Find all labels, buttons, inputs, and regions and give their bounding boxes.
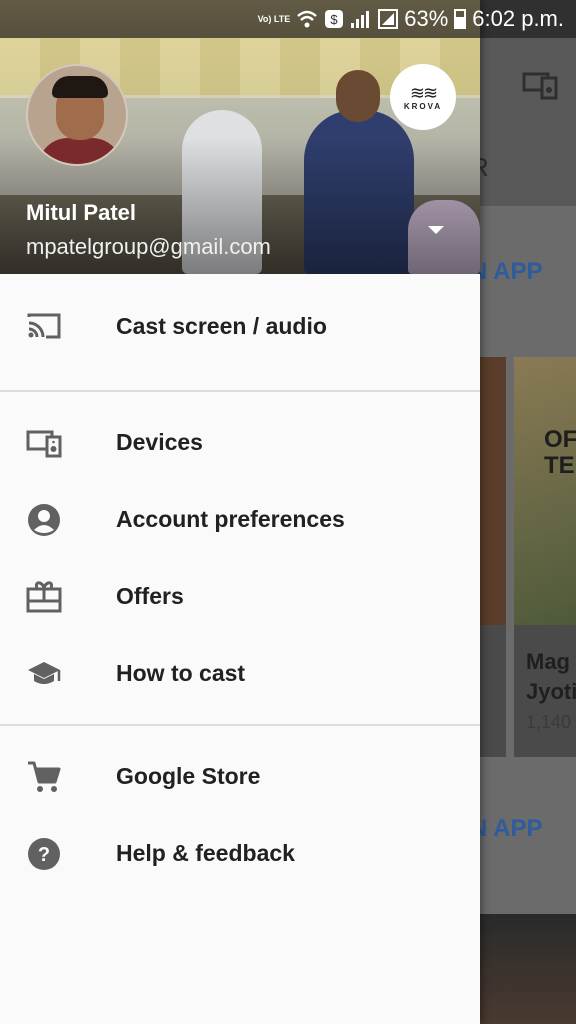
- background-install-link[interactable]: N APP: [470, 258, 542, 286]
- cart-icon: [26, 759, 62, 795]
- card-count: 1,140: [526, 712, 572, 732]
- signal-icon: [351, 11, 370, 28]
- menu-item-devices[interactable]: Devices: [0, 404, 480, 481]
- drawer-menu: Cast screen / audio Devices Account pref…: [0, 274, 480, 892]
- avatar[interactable]: [26, 64, 128, 166]
- data-saver-icon: $: [325, 10, 344, 28]
- menu-item-google-store[interactable]: Google Store: [0, 738, 480, 815]
- card-overlay-text: OF TE: [544, 426, 576, 479]
- help-icon: ?: [26, 836, 62, 872]
- account-dropdown-icon[interactable]: [424, 222, 448, 238]
- menu-item-help-feedback[interactable]: ? Help & feedback: [0, 815, 480, 892]
- brand-wings-icon: ≋≋: [409, 82, 438, 103]
- background-card[interactable]: [480, 357, 506, 757]
- divider: [0, 390, 480, 392]
- card-image: [514, 357, 576, 625]
- menu-item-account-preferences[interactable]: Account preferences: [0, 481, 480, 558]
- menu-item-label: Account preferences: [116, 506, 345, 532]
- avatar-detail: [38, 138, 122, 164]
- brand-name: KROVA: [403, 101, 443, 111]
- signal-icon: [378, 9, 399, 29]
- svg-text:?: ?: [38, 844, 50, 866]
- menu-item-label: Offers: [116, 583, 184, 609]
- account-name: Mitul Patel: [26, 200, 137, 225]
- navigation-drawer: ≋≋ KROVA Mitul Patel mpatelgroup@gmail.c…: [0, 0, 480, 1024]
- clock: 6:02 p.m.: [472, 6, 564, 31]
- divider: [0, 724, 480, 726]
- account-circle-icon: [26, 502, 62, 538]
- menu-item-label: How to cast: [116, 660, 246, 686]
- menu-item-label: Cast screen / audio: [116, 312, 327, 339]
- avatar-detail: [52, 76, 108, 98]
- background-image: [480, 914, 576, 1024]
- menu-item-how-to-cast[interactable]: How to cast: [0, 635, 480, 712]
- account-email: mpatelgroup@gmail.com: [26, 234, 271, 259]
- secondary-account-avatar[interactable]: ≋≋ KROVA: [390, 64, 456, 130]
- battery-percent: 63%: [404, 6, 449, 31]
- menu-item-offers[interactable]: Offers: [0, 558, 480, 635]
- devices-icon: [26, 425, 62, 461]
- cast-icon: [26, 308, 62, 344]
- menu-item-label: Google Store: [116, 763, 261, 789]
- school-icon: [26, 656, 62, 692]
- menu-item-label: Devices: [116, 429, 203, 455]
- background-toolbar: [480, 38, 576, 206]
- battery-icon: [454, 9, 467, 29]
- volte-indicator: Vo) LTE: [257, 14, 291, 24]
- background-install-link[interactable]: N APP: [470, 815, 542, 843]
- offers-icon: [26, 579, 62, 615]
- card-title: Mag Jyoti: [526, 649, 576, 704]
- wifi-icon: [297, 10, 318, 28]
- menu-item-label: Help & feedback: [116, 840, 295, 866]
- devices-icon[interactable]: [522, 70, 558, 100]
- background-card[interactable]: OF TE Mag Jyoti 1,140: [514, 357, 576, 757]
- account-header[interactable]: ≋≋ KROVA Mitul Patel mpatelgroup@gmail.c…: [0, 0, 480, 274]
- menu-item-cast-screen[interactable]: Cast screen / audio: [0, 274, 480, 378]
- status-bar: Vo) LTE $ 63% 6:02 p.m.: [0, 0, 576, 38]
- svg-text:$: $: [331, 12, 339, 27]
- card-image: [480, 357, 506, 625]
